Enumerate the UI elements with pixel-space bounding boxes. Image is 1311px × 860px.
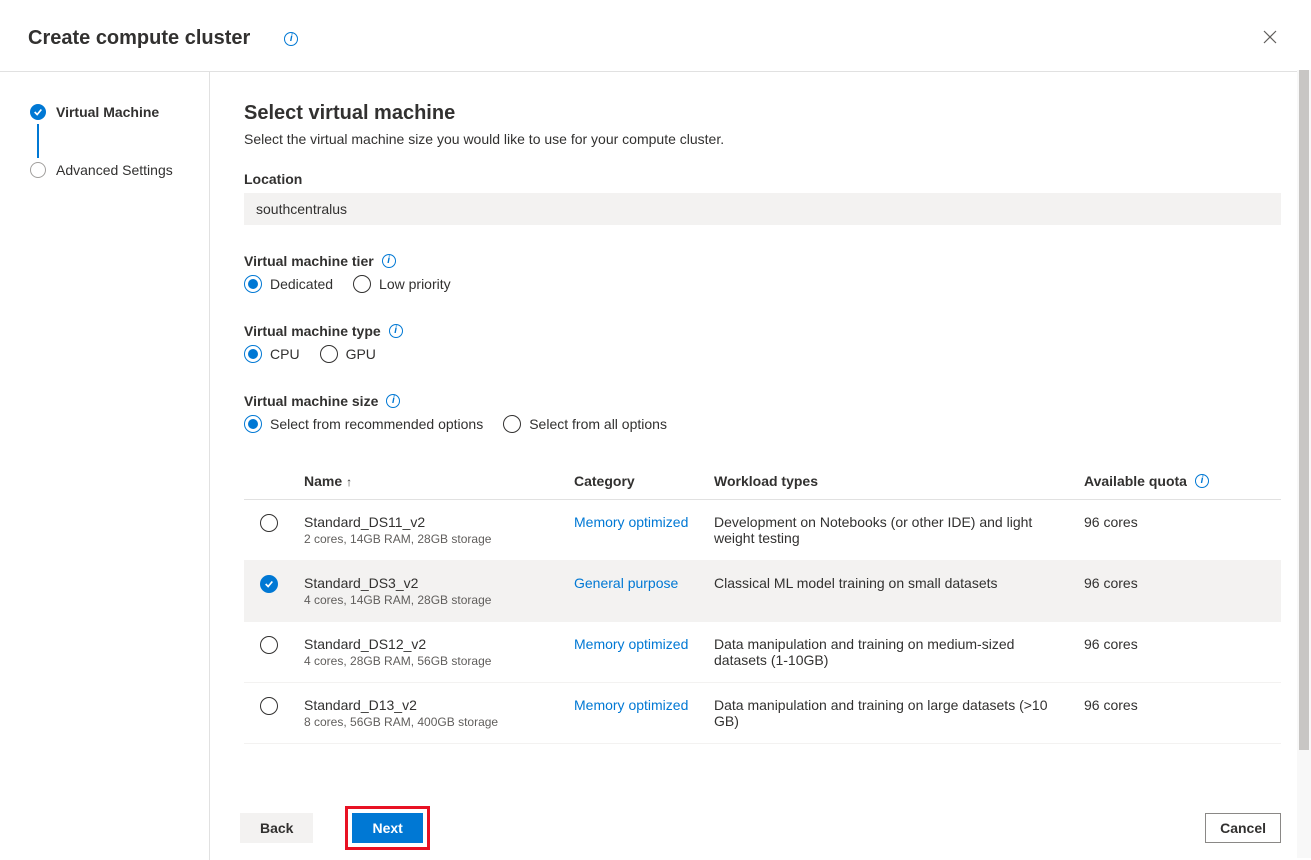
radio-label: Select from all options — [529, 416, 667, 432]
radio-icon — [244, 415, 262, 433]
table-row[interactable]: Standard_DS3_v2 4 cores, 14GB RAM, 28GB s… — [244, 561, 1281, 622]
section-title: Select virtual machine — [244, 102, 1281, 125]
header-name-text: Name — [304, 473, 342, 489]
vm-category[interactable]: Memory optimized — [574, 636, 714, 652]
location-value: southcentralus — [244, 193, 1281, 225]
tier-label-text: Virtual machine tier — [244, 253, 374, 269]
header-category[interactable]: Category — [574, 473, 714, 489]
vm-name: Standard_D13_v2 — [304, 697, 574, 713]
vm-workload: Classical ML model training on small dat… — [714, 575, 1084, 591]
vm-quota: 96 cores — [1084, 636, 1244, 652]
radio-low-priority[interactable]: Low priority — [353, 275, 451, 293]
table-row[interactable]: Standard_DS12_v2 4 cores, 28GB RAM, 56GB … — [244, 622, 1281, 683]
vm-category[interactable]: Memory optimized — [574, 514, 714, 530]
size-label: Virtual machine size i — [244, 393, 1281, 409]
type-label-text: Virtual machine type — [244, 323, 381, 339]
radio-icon — [320, 345, 338, 363]
step-advanced-settings[interactable]: Advanced Settings — [30, 158, 209, 182]
type-label: Virtual machine type i — [244, 323, 1281, 339]
radio-label: Low priority — [379, 276, 451, 292]
vm-workload: Development on Notebooks (or other IDE) … — [714, 514, 1084, 546]
tier-label: Virtual machine tier i — [244, 253, 1281, 269]
radio-cpu[interactable]: CPU — [244, 345, 300, 363]
radio-all-options[interactable]: Select from all options — [503, 415, 667, 433]
section-subtitle: Select the virtual machine size you woul… — [244, 131, 1281, 147]
radio-label: Select from recommended options — [270, 416, 483, 432]
radio-label: CPU — [270, 346, 300, 362]
row-radio[interactable] — [260, 575, 278, 593]
table-body: Standard_DS11_v2 2 cores, 14GB RAM, 28GB … — [244, 500, 1281, 744]
scrollbar-thumb[interactable] — [1299, 70, 1309, 750]
vm-quota: 96 cores — [1084, 575, 1244, 591]
size-label-text: Virtual machine size — [244, 393, 378, 409]
vm-workload: Data manipulation and training on large … — [714, 697, 1084, 729]
row-radio[interactable] — [260, 697, 278, 715]
radio-icon — [244, 345, 262, 363]
radio-icon — [244, 275, 262, 293]
radio-gpu[interactable]: GPU — [320, 345, 376, 363]
header-quota-text: Available quota — [1084, 473, 1187, 489]
radio-label: Dedicated — [270, 276, 333, 292]
dialog-header: Create compute cluster i — [0, 0, 1311, 72]
header-name[interactable]: Name ↑ — [304, 473, 574, 489]
radio-dedicated[interactable]: Dedicated — [244, 275, 333, 293]
size-radio-group: Select from recommended options Select f… — [244, 415, 1281, 433]
circle-icon — [30, 162, 46, 178]
close-icon[interactable] — [1259, 24, 1281, 53]
header-workload[interactable]: Workload types — [714, 473, 1084, 489]
radio-icon — [353, 275, 371, 293]
step-virtual-machine[interactable]: Virtual Machine — [30, 100, 209, 124]
info-icon[interactable]: i — [284, 32, 298, 46]
next-button[interactable]: Next — [352, 813, 422, 843]
radio-icon — [503, 415, 521, 433]
vm-category[interactable]: Memory optimized — [574, 697, 714, 713]
back-button[interactable]: Back — [240, 813, 313, 843]
page-title: Create compute cluster — [28, 27, 250, 50]
next-button-highlight: Next — [345, 806, 429, 850]
info-icon[interactable]: i — [1195, 474, 1209, 488]
vm-spec: 2 cores, 14GB RAM, 28GB storage — [304, 532, 574, 546]
location-label: Location — [244, 171, 1281, 187]
table-row[interactable]: Standard_D13_v2 8 cores, 56GB RAM, 400GB … — [244, 683, 1281, 744]
vm-quota: 96 cores — [1084, 514, 1244, 530]
step-connector — [37, 124, 39, 158]
vm-size-table: Name ↑ Category Workload types Available … — [244, 463, 1281, 744]
main-content: Select virtual machine Select the virtua… — [210, 72, 1311, 798]
vm-name: Standard_DS3_v2 — [304, 575, 574, 591]
vm-name: Standard_DS12_v2 — [304, 636, 574, 652]
step-label: Virtual Machine — [56, 104, 159, 120]
type-radio-group: CPU GPU — [244, 345, 1281, 363]
vm-spec: 4 cores, 28GB RAM, 56GB storage — [304, 654, 574, 668]
dialog-footer: Back Next Cancel — [210, 796, 1311, 858]
vm-name: Standard_DS11_v2 — [304, 514, 574, 530]
radio-recommended[interactable]: Select from recommended options — [244, 415, 483, 433]
info-icon[interactable]: i — [386, 394, 400, 408]
info-icon[interactable]: i — [382, 254, 396, 268]
table-header: Name ↑ Category Workload types Available … — [244, 463, 1281, 500]
step-label: Advanced Settings — [56, 162, 173, 178]
row-radio[interactable] — [260, 514, 278, 532]
vm-category[interactable]: General purpose — [574, 575, 714, 591]
check-icon — [30, 104, 46, 120]
tier-radio-group: Dedicated Low priority — [244, 275, 1281, 293]
vm-spec: 4 cores, 14GB RAM, 28GB storage — [304, 593, 574, 607]
table-row[interactable]: Standard_DS11_v2 2 cores, 14GB RAM, 28GB … — [244, 500, 1281, 561]
vm-workload: Data manipulation and training on medium… — [714, 636, 1084, 668]
info-icon[interactable]: i — [389, 324, 403, 338]
row-radio[interactable] — [260, 636, 278, 654]
vm-spec: 8 cores, 56GB RAM, 400GB storage — [304, 715, 574, 729]
scrollbar[interactable] — [1297, 70, 1311, 858]
header-quota[interactable]: Available quota i — [1084, 473, 1244, 489]
vm-quota: 96 cores — [1084, 697, 1244, 713]
wizard-steps-sidebar: Virtual Machine Advanced Settings — [0, 72, 210, 860]
radio-label: GPU — [346, 346, 376, 362]
sort-ascending-icon: ↑ — [346, 475, 352, 489]
cancel-button[interactable]: Cancel — [1205, 813, 1281, 843]
